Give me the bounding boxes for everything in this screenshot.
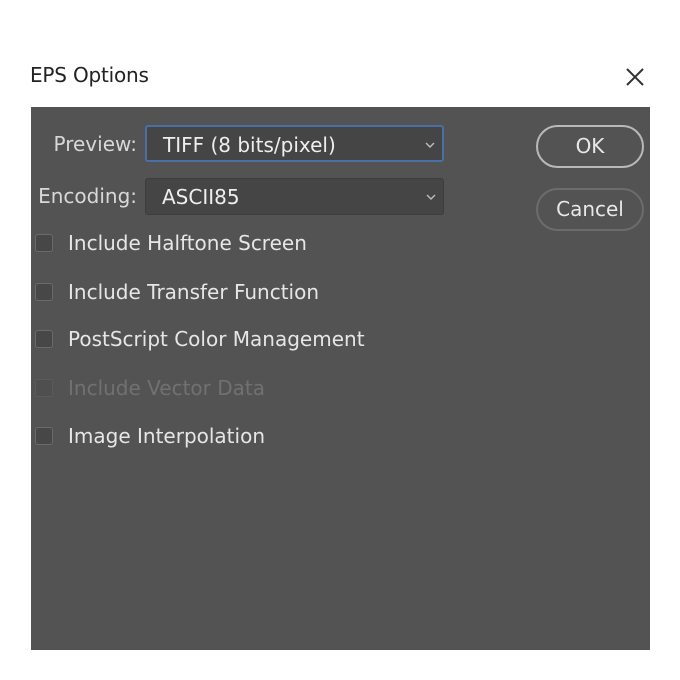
close-icon[interactable] [624,66,646,88]
chevron-down-icon [425,142,435,148]
preview-label: Preview: [53,132,138,156]
preview-select-value: TIFF (8 bits/pixel) [163,133,336,157]
dialog-title: EPS Options [30,63,149,87]
dialog-body: Preview: TIFF (8 bits/pixel) Encoding: A… [31,107,650,650]
include-halftone-screen-checkbox[interactable] [35,234,53,252]
cancel-button[interactable]: Cancel [536,188,644,231]
postscript-color-management-checkbox[interactable] [35,330,53,348]
image-interpolation-label: Image Interpolation [68,424,265,448]
include-transfer-function-checkbox[interactable] [35,283,53,301]
preview-select[interactable]: TIFF (8 bits/pixel) [145,125,444,162]
encoding-label: Encoding: [38,184,137,208]
postscript-color-management-label: PostScript Color Management [68,327,365,351]
include-halftone-screen-label: Include Halftone Screen [68,231,307,255]
include-transfer-function-label: Include Transfer Function [68,280,320,304]
include-vector-data-checkbox [35,379,53,397]
encoding-select[interactable]: ASCII85 [145,178,444,215]
include-vector-data-label: Include Vector Data [68,376,266,400]
encoding-select-value: ASCII85 [162,185,240,209]
image-interpolation-checkbox[interactable] [35,427,53,445]
ok-button[interactable]: OK [536,125,644,168]
chevron-down-icon [426,194,436,200]
